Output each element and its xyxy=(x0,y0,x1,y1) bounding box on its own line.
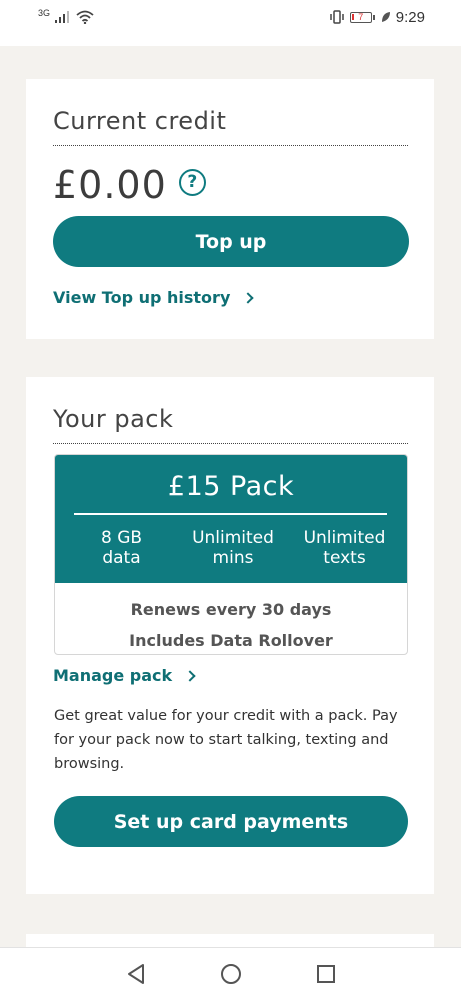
back-button[interactable] xyxy=(124,962,148,986)
system-nav-bar xyxy=(0,947,461,999)
pack-name: £15 Pack xyxy=(167,471,295,502)
stat-mins-label: mins xyxy=(212,548,254,568)
stat-texts-value: Unlimited xyxy=(303,528,386,548)
stat-data-value: 8 GB xyxy=(100,528,143,548)
stat-data-label: data xyxy=(102,548,141,568)
home-button[interactable] xyxy=(219,962,243,986)
clock: 9:29 xyxy=(395,8,425,26)
rollover-text: Includes Data Rollover xyxy=(129,631,333,650)
chevron-right-icon xyxy=(242,292,255,304)
pack-header: £15 Pack 8 GB data Unlimited mins Unlimi… xyxy=(55,455,407,583)
pack-details: Renews every 30 days Includes Data Rollo… xyxy=(55,583,407,654)
stat-mins-value: Unlimited xyxy=(192,528,274,548)
your-pack-card: Your pack £15 Pack 8 GB data Unlimited m… xyxy=(26,377,434,894)
network-type: 3G xyxy=(38,8,51,18)
home-icon xyxy=(220,963,241,984)
stat-texts-label: texts xyxy=(323,548,366,568)
recents-icon xyxy=(316,964,335,983)
your-pack-title: Your pack xyxy=(53,405,408,444)
chevron-right-icon xyxy=(184,670,196,682)
signal-icon xyxy=(55,11,70,23)
stat-data: 8 GB data xyxy=(69,528,174,568)
vibrate-icon xyxy=(330,10,344,24)
manage-pack-link[interactable]: Manage pack xyxy=(53,666,196,685)
pack-box: £15 Pack 8 GB data Unlimited mins Unlimi… xyxy=(54,454,408,655)
view-top-up-history-label: View Top up history xyxy=(53,288,231,307)
pack-divider xyxy=(74,513,387,515)
set-up-card-payments-button[interactable]: Set up card payments xyxy=(54,796,408,847)
credit-balance: £0.00 xyxy=(53,163,167,207)
pack-stats: 8 GB data Unlimited mins Unlimited texts xyxy=(69,528,397,568)
back-icon xyxy=(127,963,144,984)
stat-texts: Unlimited texts xyxy=(292,528,397,568)
current-credit-title: Current credit xyxy=(53,107,408,146)
manage-pack-label: Manage pack xyxy=(53,666,173,685)
balance-row: £0.00 ? xyxy=(53,163,206,207)
leaf-icon xyxy=(381,12,390,22)
top-up-button[interactable]: Top up xyxy=(53,216,409,267)
wifi-icon xyxy=(76,10,94,24)
renews-text: Renews every 30 days xyxy=(130,600,332,619)
view-top-up-history-link[interactable]: View Top up history xyxy=(53,288,255,307)
recents-button[interactable] xyxy=(314,962,338,986)
pack-description: Get great value for your credit with a p… xyxy=(54,708,398,772)
current-credit-card: Current credit £0.00 ? Top up View Top u… xyxy=(26,79,434,339)
stat-mins: Unlimited mins xyxy=(181,528,286,568)
status-bar: 3G 7 9:29 xyxy=(0,0,461,46)
help-icon[interactable]: ? xyxy=(178,168,206,196)
battery-icon: 7 xyxy=(349,11,375,23)
